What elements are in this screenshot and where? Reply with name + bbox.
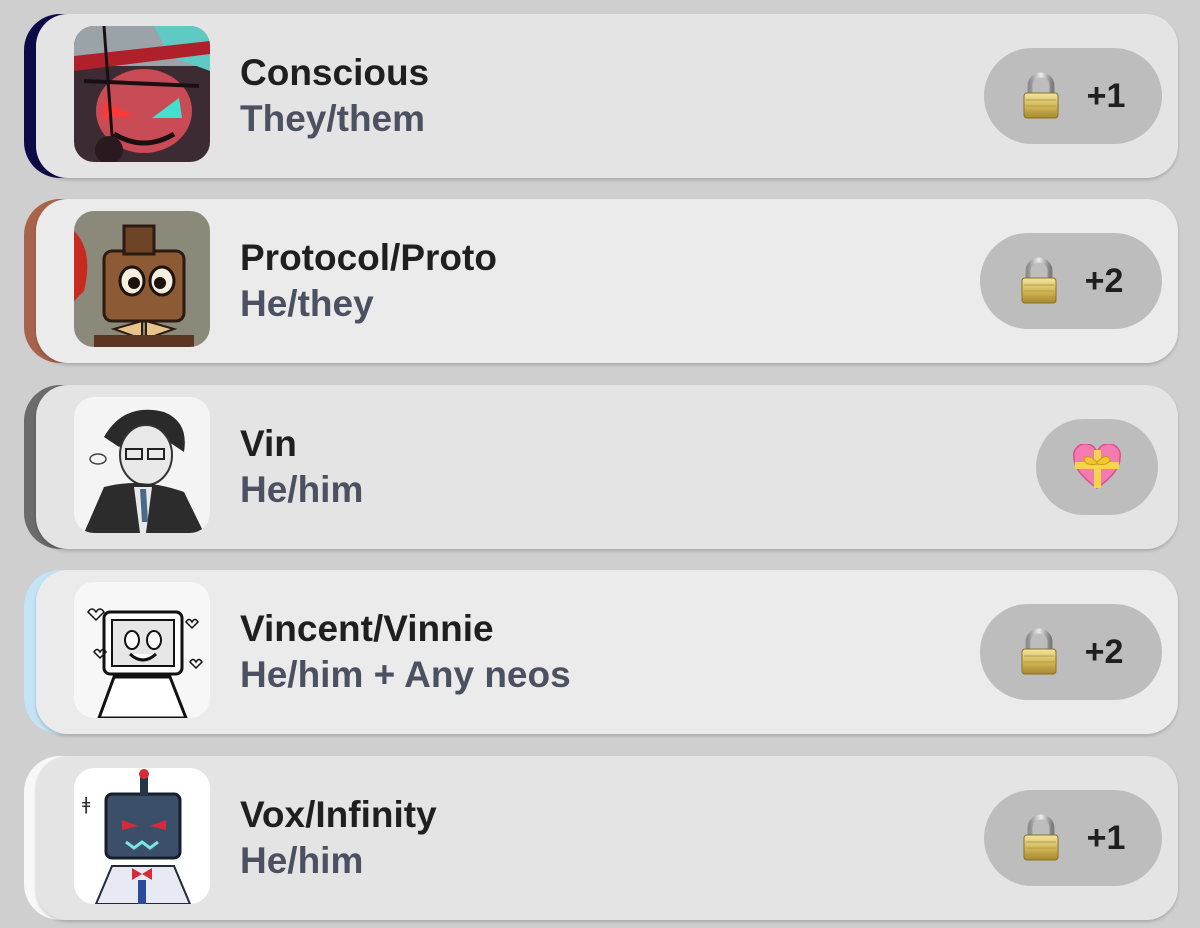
- svg-text:ǂ: ǂ: [82, 794, 91, 815]
- avatar: [74, 582, 210, 718]
- member-name: Vin: [240, 423, 297, 464]
- member-pronouns: He/him: [240, 840, 364, 881]
- card-body: Protocol/Proto He/they +2: [36, 199, 1178, 363]
- member-card-vincent[interactable]: Vincent/Vinnie He/him + Any neos +2: [24, 570, 1178, 734]
- member-card-conscious[interactable]: Conscious They/them +1: [24, 14, 1178, 178]
- privacy-badge[interactable]: +2: [980, 233, 1162, 329]
- member-pronouns: He/him + Any neos: [240, 654, 571, 695]
- extra-count: +2: [1084, 632, 1124, 671]
- lock-icon: [1019, 257, 1059, 305]
- favorite-badge[interactable]: [1036, 419, 1158, 515]
- member-card-protocol[interactable]: Protocol/Proto He/they +2: [24, 199, 1178, 363]
- member-name: Vox/Infinity: [240, 794, 437, 835]
- card-body: ǂ Vox/Infinity He/him +1: [36, 756, 1178, 920]
- privacy-badge[interactable]: +1: [984, 790, 1162, 886]
- extra-count: +2: [1084, 261, 1124, 300]
- avatar: [74, 211, 210, 347]
- member-name: Vincent/Vinnie: [240, 608, 494, 649]
- lock-icon: [1021, 72, 1061, 120]
- avatar: [74, 26, 210, 162]
- lock-icon: [1019, 628, 1059, 676]
- card-body: Conscious They/them +1: [36, 14, 1178, 178]
- privacy-badge[interactable]: +2: [980, 604, 1162, 700]
- member-pronouns: He/they: [240, 283, 374, 324]
- card-body: Vincent/Vinnie He/him + Any neos +2: [36, 570, 1178, 734]
- extra-count: +1: [1086, 818, 1126, 857]
- card-body: Vin He/him: [36, 385, 1178, 549]
- member-name: Conscious: [240, 52, 430, 93]
- member-name: Protocol/Proto: [240, 237, 497, 278]
- extra-count: +1: [1086, 76, 1126, 115]
- member-pronouns: They/them: [240, 98, 426, 139]
- member-card-vox[interactable]: ǂ Vox/Infinity He/him +1: [24, 756, 1178, 920]
- privacy-badge[interactable]: +1: [984, 48, 1162, 144]
- avatar: [74, 397, 210, 533]
- lock-icon: [1021, 814, 1061, 862]
- gift-heart-icon: [1072, 444, 1122, 489]
- member-pronouns: He/him: [240, 469, 364, 510]
- avatar: ǂ: [74, 768, 210, 904]
- member-card-vin[interactable]: Vin He/him: [24, 385, 1178, 549]
